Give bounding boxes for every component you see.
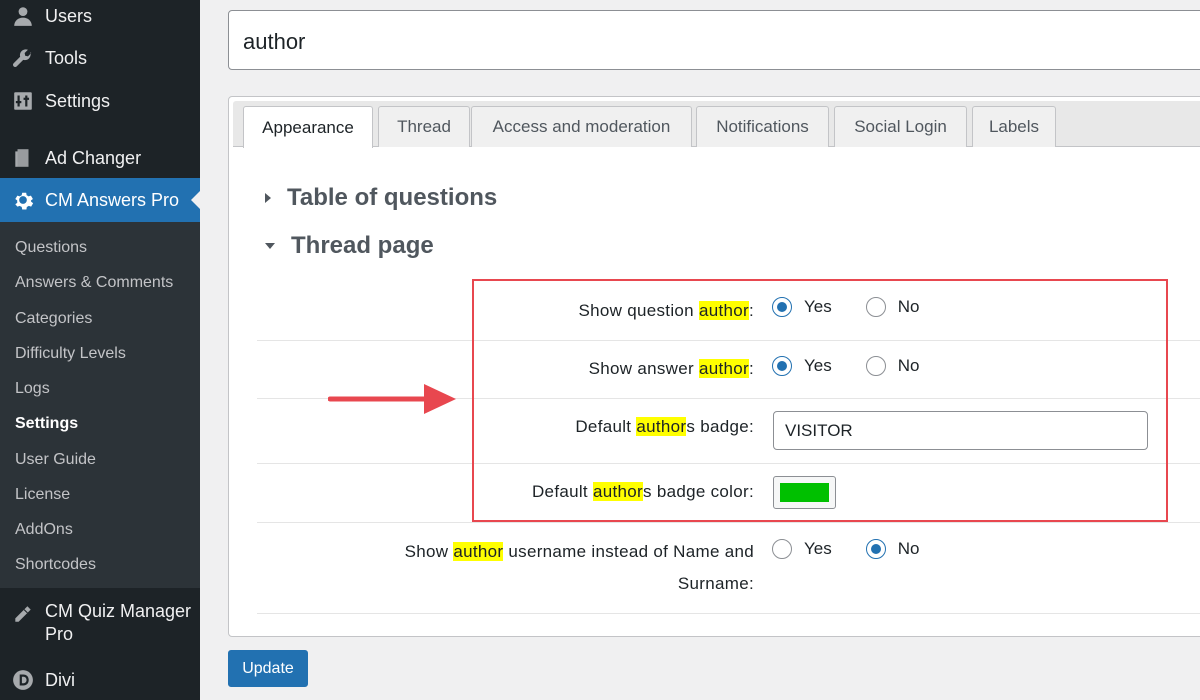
divi-icon — [11, 668, 35, 692]
pencil-ruler-icon — [11, 602, 35, 626]
radio-label: No — [897, 539, 920, 558]
menu-item-tools[interactable]: Tools — [0, 44, 200, 72]
tab-notifications[interactable]: Notifications — [696, 106, 829, 147]
setting-label: Show author username instead of Name and… — [404, 542, 754, 593]
section-title: Thread page — [291, 232, 434, 259]
menu-item-label: Tools — [45, 47, 88, 68]
ad-changer-icon — [11, 146, 35, 170]
row-divider — [257, 613, 1200, 614]
menu-item-divi[interactable]: Divi — [0, 666, 200, 694]
settings-icon — [11, 89, 35, 113]
active-menu-arrow — [191, 191, 200, 209]
section-table-of-questions[interactable]: Table of questions — [265, 184, 497, 212]
cm-answers-submenu: Questions Answers & Comments Categories … — [0, 222, 200, 588]
section-thread-page[interactable]: Thread page — [265, 232, 434, 260]
radio-button[interactable] — [865, 539, 886, 559]
section-title: Table of questions — [287, 184, 498, 211]
menu-item-label: CM Quiz Manager Pro — [45, 601, 192, 644]
tab-labels[interactable]: Labels — [972, 106, 1056, 147]
settings-search-input[interactable]: author — [228, 10, 1200, 70]
tab-social-login[interactable]: Social Login — [834, 106, 967, 147]
menu-item-label: Ad Changer — [45, 147, 142, 168]
radio-button[interactable] — [772, 539, 792, 559]
tab-appearance[interactable]: Appearance — [243, 106, 373, 148]
tab-access-and-moderation[interactable]: Access and moderation — [471, 106, 692, 147]
submenu-item-shortcodes[interactable]: Shortcodes — [15, 556, 96, 574]
submenu-item-answers-comments[interactable]: Answers & Comments — [15, 274, 173, 292]
submenu-item-addons[interactable]: AddOns — [15, 521, 73, 539]
submenu-item-logs[interactable]: Logs — [15, 380, 50, 398]
submenu-item-difficulty-levels[interactable]: Difficulty Levels — [15, 345, 126, 363]
gear-icon — [11, 188, 35, 212]
radio-option-yes[interactable]: Yes — [772, 539, 832, 559]
annotation-arrow-icon — [328, 384, 456, 414]
menu-item-settings[interactable]: Settings — [0, 87, 200, 115]
menu-item-label: Users — [45, 5, 93, 26]
row-divider — [257, 522, 1200, 523]
submenu-item-license[interactable]: License — [15, 486, 70, 504]
radio-label: Yes — [804, 539, 832, 558]
submenu-item-user-guide[interactable]: User Guide — [15, 451, 96, 469]
radio-option-no[interactable]: No — [865, 539, 920, 559]
menu-item-label: Settings — [45, 90, 111, 111]
admin-sidebar: Users Tools Settings Ad Changer CM Answe… — [0, 0, 200, 700]
menu-item-label: CM Answers Pro — [45, 189, 180, 210]
menu-item-ad-changer[interactable]: Ad Changer — [0, 144, 200, 172]
users-icon — [11, 4, 35, 28]
settings-tabs: Appearance Thread Access and moderation … — [233, 101, 1200, 148]
caret-right-icon — [265, 193, 271, 203]
tab-thread[interactable]: Thread — [378, 106, 470, 147]
menu-item-label: Divi — [45, 669, 75, 690]
menu-item-cm-answers-pro[interactable]: CM Answers Pro — [0, 178, 200, 222]
radio-group-show-author-username: Yes No — [772, 539, 953, 559]
update-button[interactable]: Update — [228, 650, 308, 687]
submenu-item-questions[interactable]: Questions — [15, 239, 87, 257]
annotation-highlight-box — [472, 279, 1168, 522]
menu-item-users[interactable]: Users — [0, 2, 200, 30]
caret-down-icon — [265, 243, 275, 249]
wrench-icon — [11, 46, 35, 70]
menu-item-cm-quiz-manager-pro[interactable]: CM Quiz Manager Pro — [0, 600, 200, 650]
submenu-item-categories[interactable]: Categories — [15, 310, 92, 328]
setting-row-show-author-username: Show author username instead of Name and… — [250, 536, 754, 600]
submenu-item-settings[interactable]: Settings — [15, 415, 78, 433]
